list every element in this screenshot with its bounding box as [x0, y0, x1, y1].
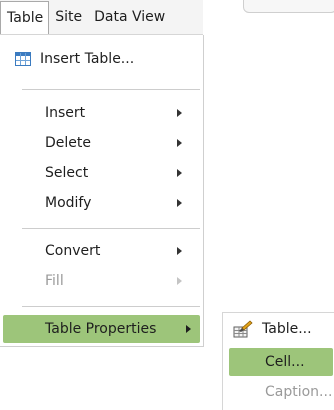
menu-item-table-properties[interactable]: Table Properties [3, 315, 200, 343]
submenu-item-label: Caption... [265, 384, 333, 400]
submenu-arrow-icon [177, 169, 182, 177]
menu-site[interactable]: Site [49, 0, 88, 34]
menu-bar: Table Site Data View [0, 0, 203, 35]
submenu-arrow-icon [177, 277, 182, 285]
background-window-edge [243, 0, 334, 13]
submenu-arrow-icon [177, 199, 182, 207]
menu-item-label: Table Properties [45, 321, 157, 337]
menu-data-view[interactable]: Data View [88, 0, 171, 34]
menu-item-modify[interactable]: Modify [0, 189, 198, 217]
menu-item-label: Insert Table... [40, 51, 135, 67]
menu-separator [22, 89, 200, 90]
submenu-item-caption: Caption... [229, 378, 333, 406]
menu-item-convert[interactable]: Convert [0, 237, 198, 265]
submenu-arrow-icon [177, 247, 182, 255]
menu-item-select[interactable]: Select [0, 159, 198, 187]
table-properties-submenu: Table... Cell... Caption... [222, 312, 334, 410]
menu-item-label: Insert [45, 105, 86, 121]
submenu-arrow-icon [177, 109, 182, 117]
menu-item-label: Fill [45, 273, 64, 289]
menu-item-fill: Fill [0, 267, 198, 295]
table-icon [15, 52, 31, 66]
menu-item-delete[interactable]: Delete [0, 129, 198, 157]
menu-item-insert-table[interactable]: Insert Table... [0, 45, 198, 73]
menu-item-label: Modify [45, 195, 92, 211]
submenu-item-label: Table... [262, 321, 312, 337]
submenu-item-table[interactable]: Table... [229, 315, 333, 343]
menu-separator [22, 228, 200, 229]
submenu-item-cell[interactable]: Cell... [229, 348, 333, 376]
submenu-item-label: Cell... [265, 354, 305, 370]
menu-item-insert[interactable]: Insert [0, 99, 198, 127]
submenu-arrow-icon [177, 139, 182, 147]
table-menu-dropdown: Insert Table... Insert Delete Select Mod… [0, 35, 204, 347]
menu-item-label: Delete [45, 135, 91, 151]
table-properties-icon [233, 320, 253, 338]
submenu-arrow-icon [186, 325, 191, 333]
menu-separator [22, 306, 200, 307]
menu-item-label: Select [45, 165, 89, 181]
menu-table[interactable]: Table [0, 0, 50, 34]
menu-item-label: Convert [45, 243, 101, 259]
